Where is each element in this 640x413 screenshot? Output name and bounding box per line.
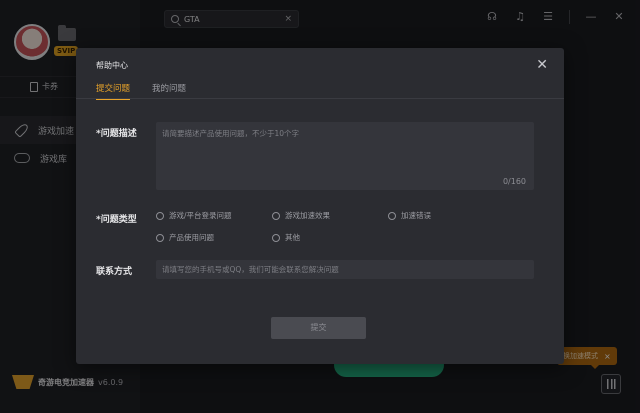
radio-circle — [156, 211, 164, 220]
radio-label: 游戏加速效果 — [285, 211, 330, 220]
radio-accel-error[interactable]: 加速错误 — [388, 210, 431, 221]
description-label: *问题描述 — [96, 129, 137, 139]
radio-circle — [272, 233, 280, 242]
description-textarea[interactable]: 请简要描述产品使用问题，不少于10个字 0/160 — [156, 122, 534, 190]
tabs-divider — [76, 98, 564, 99]
contact-label: 联系方式 — [96, 267, 133, 277]
radio-label: 产品使用问题 — [169, 233, 214, 242]
radio-circle — [156, 233, 164, 242]
radio-product-usage[interactable]: 产品使用问题 — [156, 232, 214, 243]
radio-circle — [272, 211, 280, 220]
help-center-dialog: 帮助中心 ✕ 提交问题 我的问题 *问题描述 请简要描述产品使用问题，不少于10… — [76, 48, 564, 364]
radio-other[interactable]: 其他 — [272, 232, 300, 243]
submit-button[interactable]: 提交 — [271, 317, 366, 339]
radio-login-issue[interactable]: 游戏/平台登录问题 — [156, 210, 232, 221]
radio-label: 加速错误 — [401, 211, 431, 220]
contact-input[interactable]: 请填写您的手机号或QQ，我们可能会联系您解决问题 — [156, 260, 534, 279]
char-counter: 0/160 — [502, 177, 526, 186]
radio-label: 其他 — [285, 233, 300, 242]
radio-accel-effect[interactable]: 游戏加速效果 — [272, 210, 330, 221]
radio-label: 游戏/平台登录问题 — [169, 211, 232, 220]
radio-circle — [388, 211, 396, 220]
close-icon[interactable]: ✕ — [536, 58, 548, 72]
issue-type-label: *问题类型 — [96, 215, 137, 225]
dialog-title: 帮助中心 — [96, 61, 128, 70]
description-placeholder: 请简要描述产品使用问题，不少于10个字 — [162, 129, 300, 138]
